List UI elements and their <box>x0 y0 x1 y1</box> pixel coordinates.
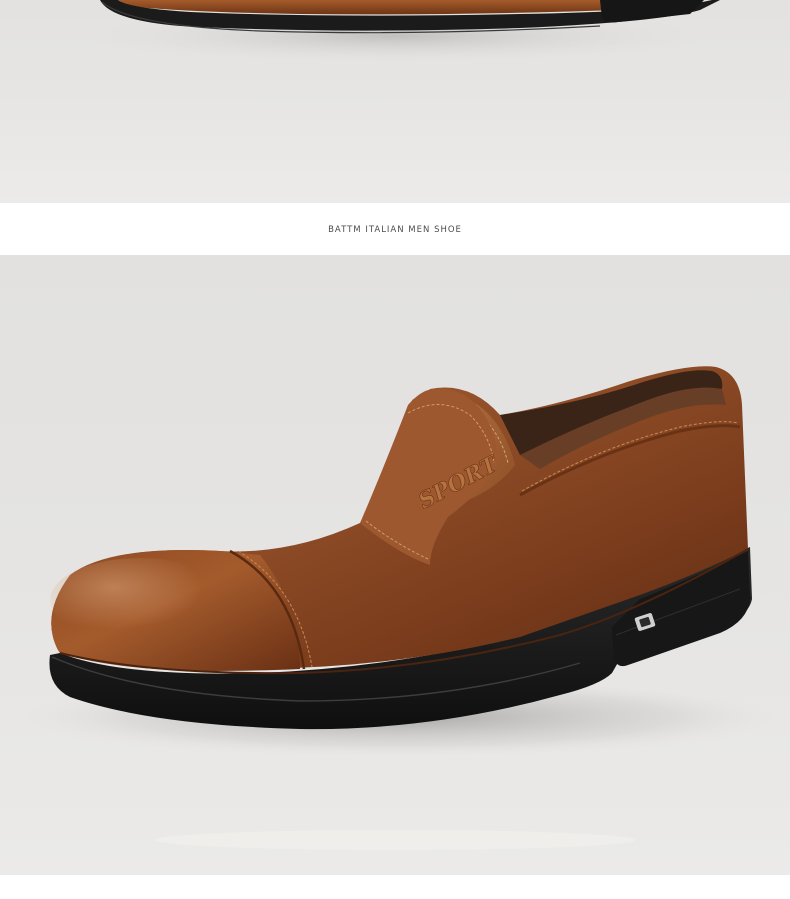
shoe-photo-top <box>0 0 790 203</box>
shoe-image-cropped <box>65 0 725 64</box>
product-caption: BATTM ITALIAN MEN SHOE <box>328 225 462 235</box>
shoe-photo-main: SPORT <box>0 255 790 875</box>
brown-slip-on-shoe-image: SPORT <box>10 366 790 850</box>
product-detail-page: BATTM ITALIAN MEN SHOE SPORT <box>0 0 790 899</box>
